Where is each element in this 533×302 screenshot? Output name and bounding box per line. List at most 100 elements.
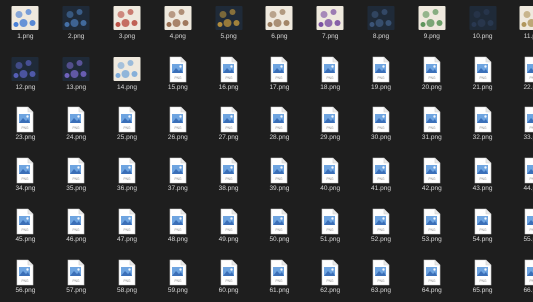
thumbnail-detail (127, 60, 134, 66)
file-item[interactable]: PNG 24.png (52, 104, 100, 148)
file-item[interactable]: PNG 50.png (255, 206, 303, 250)
png-file-icon: PNG (321, 106, 339, 133)
file-item[interactable]: PNG 56.png (1, 257, 49, 301)
file-item[interactable]: PNG 64.png (408, 257, 456, 301)
file-item[interactable]: PNG 55.png (509, 206, 533, 250)
file-item[interactable]: PNG 40.png (306, 155, 354, 199)
file-item[interactable]: PNG 60.png (205, 257, 253, 301)
png-file-icon: PNG (474, 208, 492, 235)
file-item[interactable]: PNG 26.png (154, 104, 202, 148)
file-name: 12.png (15, 84, 36, 91)
thumbnail-detail (117, 11, 125, 18)
file-item[interactable]: PNG 32.png (459, 104, 507, 148)
file-item[interactable]: 10.png (459, 3, 507, 47)
file-item[interactable]: PNG 45.png (1, 206, 49, 250)
thumbnail-detail (217, 22, 223, 27)
file-item[interactable]: PNG 49.png (205, 206, 253, 250)
file-item[interactable]: PNG 38.png (205, 155, 253, 199)
file-item[interactable]: PNG 18.png (306, 54, 354, 98)
file-item[interactable]: PNG 51.png (306, 206, 354, 250)
file-item[interactable]: 7.png (306, 3, 354, 47)
file-item[interactable]: PNG 58.png (103, 257, 151, 301)
file-item[interactable]: PNG 28.png (255, 104, 303, 148)
png-badge-text: PNG (479, 76, 486, 80)
file-item[interactable]: 14.png (103, 54, 151, 98)
file-item[interactable]: 2.png (52, 3, 100, 47)
file-item[interactable]: 1.png (1, 3, 49, 47)
file-item[interactable]: 12.png (1, 54, 49, 98)
file-item[interactable]: PNG 36.png (103, 155, 151, 199)
thumbnail-detail (426, 19, 435, 27)
file-name: 29.png (320, 134, 341, 141)
thumbnail-detail (320, 11, 328, 18)
file-item[interactable]: 11.png (509, 3, 533, 47)
png-file-icon: PNG (67, 208, 85, 235)
png-badge-text: PNG (428, 279, 435, 283)
file-item[interactable]: PNG 57.png (52, 257, 100, 301)
file-item[interactable]: PNG 61.png (255, 257, 303, 301)
png-file-icon: PNG (16, 259, 34, 286)
file-item[interactable]: PNG 23.png (1, 104, 49, 148)
thumbnail-detail (473, 11, 481, 18)
file-item[interactable]: PNG 22.png (509, 54, 533, 98)
file-item[interactable]: PNG 25.png (103, 104, 151, 148)
png-badge-text: PNG (124, 279, 131, 283)
thumbnail-detail (15, 11, 23, 18)
png-file-icon: PNG (270, 208, 288, 235)
thumbnail-detail (70, 19, 79, 27)
file-item[interactable]: 4.png (154, 3, 202, 47)
file-name: 8.png (372, 33, 390, 40)
file-item[interactable]: PNG 27.png (205, 104, 253, 148)
file-item[interactable]: PNG 63.png (357, 257, 405, 301)
file-item[interactable]: 5.png (205, 3, 253, 47)
file-item[interactable]: PNG 46.png (52, 206, 100, 250)
png-badge-text: PNG (22, 177, 29, 181)
file-item[interactable]: PNG 52.png (357, 206, 405, 250)
png-badge-text: PNG (22, 228, 29, 232)
file-name: 60.png (218, 287, 239, 294)
file-item[interactable]: 8.png (357, 3, 405, 47)
file-item[interactable]: PNG 53.png (408, 206, 456, 250)
file-item[interactable]: PNG 35.png (52, 155, 100, 199)
file-item[interactable]: PNG 47.png (103, 206, 151, 250)
thumbnail-detail (131, 71, 138, 77)
file-item[interactable]: PNG 37.png (154, 155, 202, 199)
file-item[interactable]: PNG 42.png (408, 155, 456, 199)
file-item[interactable]: PNG 65.png (459, 257, 507, 301)
png-file-icon: PNG (16, 208, 34, 235)
file-name: 18.png (320, 84, 341, 91)
png-badge-text: PNG (276, 177, 283, 181)
file-item[interactable]: PNG 66.png (509, 257, 533, 301)
png-file-icon: PNG (372, 208, 390, 235)
file-name: 38.png (218, 185, 239, 192)
file-item[interactable]: PNG 16.png (205, 54, 253, 98)
file-item[interactable]: PNG 19.png (357, 54, 405, 98)
file-item[interactable]: 3.png (103, 3, 151, 47)
file-item[interactable]: PNG 62.png (306, 257, 354, 301)
png-badge-text: PNG (174, 76, 181, 80)
file-name: 50.png (269, 236, 290, 243)
file-item[interactable]: PNG 41.png (357, 155, 405, 199)
image-thumbnail (469, 6, 497, 30)
file-item[interactable]: PNG 43.png (459, 155, 507, 199)
file-item[interactable]: PNG 15.png (154, 54, 202, 98)
png-file-icon: PNG (16, 157, 34, 184)
file-item[interactable]: PNG 20.png (408, 54, 456, 98)
png-badge-text: PNG (378, 126, 385, 130)
file-item[interactable]: PNG 31.png (408, 104, 456, 148)
file-item[interactable]: PNG 21.png (459, 54, 507, 98)
file-item[interactable]: PNG 34.png (1, 155, 49, 199)
file-item[interactable]: 13.png (52, 54, 100, 98)
file-item[interactable]: PNG 29.png (306, 104, 354, 148)
file-item[interactable]: PNG 59.png (154, 257, 202, 301)
file-item[interactable]: PNG 39.png (255, 155, 303, 199)
file-item[interactable]: PNG 48.png (154, 206, 202, 250)
file-item[interactable]: 9.png (408, 3, 456, 47)
file-item[interactable]: PNG 54.png (459, 206, 507, 250)
file-item[interactable]: PNG 17.png (255, 54, 303, 98)
file-item[interactable]: PNG 30.png (357, 104, 405, 148)
file-name: 4.png (169, 33, 186, 40)
file-item[interactable]: PNG 44.png (509, 155, 533, 199)
file-item[interactable]: PNG 33.png (509, 104, 533, 148)
file-item[interactable]: 6.png (255, 3, 303, 47)
